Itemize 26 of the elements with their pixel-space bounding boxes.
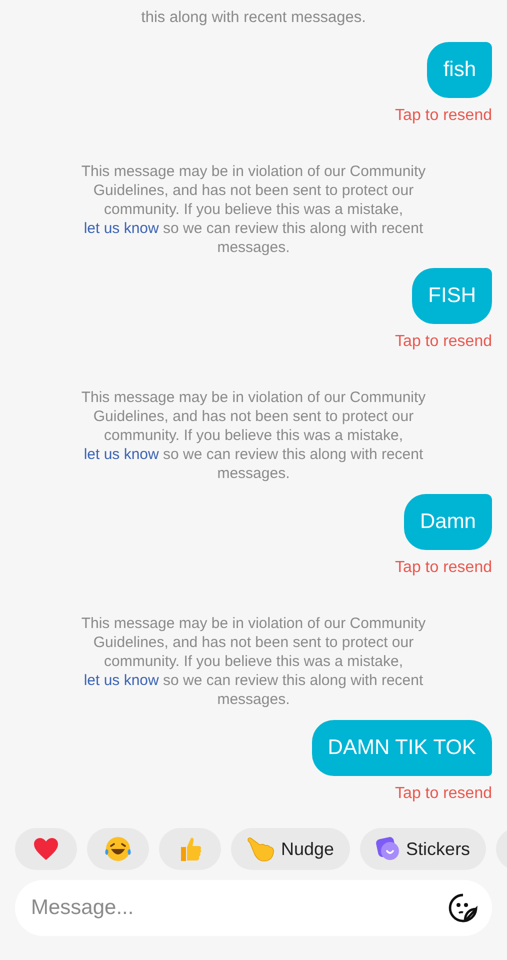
quick-reply-button[interactable]: Nudge <box>231 828 350 870</box>
sticker-icon[interactable] <box>448 893 478 923</box>
heart-icon <box>33 837 59 861</box>
sticker-icon <box>376 837 400 861</box>
resend-link[interactable]: Tap to resend <box>395 332 492 352</box>
message-bubble: fish <box>427 42 492 98</box>
quick-reply-button[interactable]: Stickers <box>360 828 486 870</box>
message-bubble: Damn <box>404 494 492 550</box>
violation-notice: This message may be in violation of our Community Guidelines, and has not been sent to protect our community. If you believe this was a mistake, let us know so we can review this along with recent messages. <box>80 614 427 709</box>
resend-link[interactable]: Tap to resend <box>395 106 492 126</box>
let-us-know-link[interactable]: let us know <box>84 446 159 463</box>
message-field[interactable]: Message... <box>15 880 492 936</box>
thumbs-up-icon <box>178 836 202 862</box>
emoji-reply-button[interactable] <box>87 828 149 870</box>
violation-notice: This message may be in violation of our Community Guidelines, and has not been sent to protect our community. If you believe this was a mistake, let us know so we can review this along with recent messages. <box>80 162 427 257</box>
pointing-hand-icon <box>247 836 275 862</box>
message-bubble: DAMN TIK TOK <box>312 720 492 776</box>
let-us-know-link[interactable]: let us know <box>84 220 159 237</box>
laughing-face-icon <box>104 836 132 862</box>
resend-link[interactable]: Tap to resend <box>395 558 492 578</box>
message-bubble: FISH <box>412 268 492 324</box>
violation-notice: This message may be in violation of our Community Guidelines, and has not been sent to protect our community. If you believe this was a mistake, let us know so we can review this along with recent messages. <box>80 388 427 483</box>
resend-link[interactable]: Tap to resend <box>395 784 492 804</box>
violation-notice: this along with recent messages. <box>140 8 367 27</box>
emoji-reply-button[interactable] <box>15 828 77 870</box>
let-us-know-link[interactable]: let us know <box>84 672 159 689</box>
